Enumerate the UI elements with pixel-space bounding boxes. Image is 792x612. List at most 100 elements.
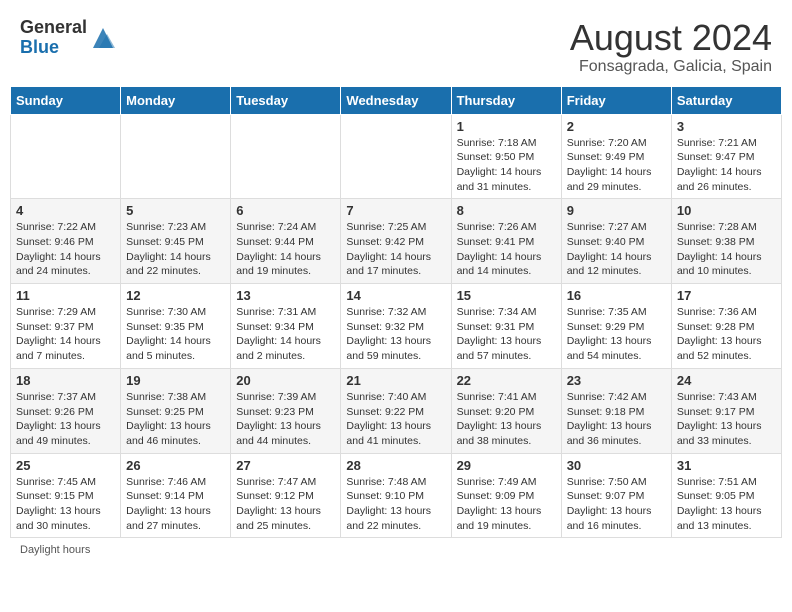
day-number: 30	[567, 458, 666, 473]
calendar-cell	[121, 114, 231, 199]
calendar-cell: 23 Sunrise: 7:42 AMSunset: 9:18 PMDayligh…	[561, 368, 671, 453]
weekday-tuesday: Tuesday	[231, 86, 341, 114]
calendar-cell: 20 Sunrise: 7:39 AMSunset: 9:23 PMDayligh…	[231, 368, 341, 453]
day-number: 11	[16, 288, 115, 303]
calendar-cell	[341, 114, 451, 199]
day-info: Sunrise: 7:20 AMSunset: 9:49 PMDaylight:…	[567, 136, 666, 195]
day-number: 8	[457, 203, 556, 218]
day-number: 19	[126, 373, 225, 388]
day-number: 3	[677, 119, 776, 134]
logo-text: General Blue	[20, 18, 87, 58]
day-info: Sunrise: 7:45 AMSunset: 9:15 PMDaylight:…	[16, 475, 115, 534]
calendar-cell: 19 Sunrise: 7:38 AMSunset: 9:25 PMDayligh…	[121, 368, 231, 453]
calendar-cell: 31Sunrise: 7:51 AMSunset: 9:05 PMDayligh…	[671, 453, 781, 538]
day-number: 14	[346, 288, 445, 303]
day-info: Sunrise: 7:37 AMSunset: 9:26 PMDaylight:…	[16, 390, 115, 449]
daylight-label: Daylight hours	[20, 544, 90, 556]
day-info: Sunrise: 7:25 AMSunset: 9:42 PMDaylight:…	[346, 220, 445, 279]
day-number: 17	[677, 288, 776, 303]
weekday-sunday: Sunday	[11, 86, 121, 114]
day-info: Sunrise: 7:22 AMSunset: 9:46 PMDaylight:…	[16, 220, 115, 279]
week-row-1: 1Sunrise: 7:18 AMSunset: 9:50 PMDaylight…	[11, 114, 782, 199]
logo-icon	[89, 24, 117, 52]
day-number: 4	[16, 203, 115, 218]
calendar-cell: 17 Sunrise: 7:36 AMSunset: 9:28 PMDayligh…	[671, 284, 781, 369]
logo-general: General	[20, 18, 87, 38]
logo: General Blue	[20, 18, 117, 58]
logo-blue: Blue	[20, 38, 87, 58]
weekday-monday: Monday	[121, 86, 231, 114]
calendar-cell: 24Sunrise: 7:43 AMSunset: 9:17 PMDayligh…	[671, 368, 781, 453]
day-info: Sunrise: 7:23 AMSunset: 9:45 PMDaylight:…	[126, 220, 225, 279]
day-number: 25	[16, 458, 115, 473]
day-info: Sunrise: 7:21 AMSunset: 9:47 PMDaylight:…	[677, 136, 776, 195]
weekday-wednesday: Wednesday	[341, 86, 451, 114]
day-number: 16	[567, 288, 666, 303]
calendar-cell: 18Sunrise: 7:37 AMSunset: 9:26 PMDayligh…	[11, 368, 121, 453]
day-number: 29	[457, 458, 556, 473]
day-number: 20	[236, 373, 335, 388]
calendar-cell: 5Sunrise: 7:23 AMSunset: 9:45 PMDaylight…	[121, 199, 231, 284]
calendar-cell: 2 Sunrise: 7:20 AMSunset: 9:49 PMDaylight…	[561, 114, 671, 199]
calendar-table: SundayMondayTuesdayWednesdayThursdayFrid…	[10, 86, 782, 539]
week-row-4: 18Sunrise: 7:37 AMSunset: 9:26 PMDayligh…	[11, 368, 782, 453]
day-info: Sunrise: 7:36 AMSunset: 9:28 PMDaylight:…	[677, 305, 776, 364]
calendar-cell	[11, 114, 121, 199]
calendar-cell: 15Sunrise: 7:34 AMSunset: 9:31 PMDayligh…	[451, 284, 561, 369]
location-subtitle: Fonsagrada, Galicia, Spain	[570, 58, 772, 76]
calendar-cell	[231, 114, 341, 199]
footer: Daylight hours	[10, 538, 782, 562]
calendar-cell: 8Sunrise: 7:26 AMSunset: 9:41 PMDaylight…	[451, 199, 561, 284]
calendar-cell: 13Sunrise: 7:31 AMSunset: 9:34 PMDayligh…	[231, 284, 341, 369]
calendar-cell: 28Sunrise: 7:48 AMSunset: 9:10 PMDayligh…	[341, 453, 451, 538]
day-number: 6	[236, 203, 335, 218]
day-info: Sunrise: 7:18 AMSunset: 9:50 PMDaylight:…	[457, 136, 556, 195]
day-number: 27	[236, 458, 335, 473]
day-info: Sunrise: 7:47 AMSunset: 9:12 PMDaylight:…	[236, 475, 335, 534]
day-number: 21	[346, 373, 445, 388]
day-info: Sunrise: 7:24 AMSunset: 9:44 PMDaylight:…	[236, 220, 335, 279]
calendar-cell: 9 Sunrise: 7:27 AMSunset: 9:40 PMDaylight…	[561, 199, 671, 284]
calendar-cell: 14 Sunrise: 7:32 AMSunset: 9:32 PMDayligh…	[341, 284, 451, 369]
calendar-body: 1Sunrise: 7:18 AMSunset: 9:50 PMDaylight…	[11, 114, 782, 538]
day-info: Sunrise: 7:43 AMSunset: 9:17 PMDaylight:…	[677, 390, 776, 449]
week-row-3: 11 Sunrise: 7:29 AMSunset: 9:37 PMDayligh…	[11, 284, 782, 369]
calendar-cell: 11 Sunrise: 7:29 AMSunset: 9:37 PMDayligh…	[11, 284, 121, 369]
weekday-header-row: SundayMondayTuesdayWednesdayThursdayFrid…	[11, 86, 782, 114]
day-info: Sunrise: 7:30 AMSunset: 9:35 PMDaylight:…	[126, 305, 225, 364]
page-header: General Blue August 2024 Fonsagrada, Gal…	[10, 10, 782, 80]
calendar-cell: 30 Sunrise: 7:50 AMSunset: 9:07 PMDayligh…	[561, 453, 671, 538]
calendar-cell: 7Sunrise: 7:25 AMSunset: 9:42 PMDaylight…	[341, 199, 451, 284]
day-info: Sunrise: 7:50 AMSunset: 9:07 PMDaylight:…	[567, 475, 666, 534]
day-number: 9	[567, 203, 666, 218]
week-row-2: 4 Sunrise: 7:22 AMSunset: 9:46 PMDaylight…	[11, 199, 782, 284]
day-number: 23	[567, 373, 666, 388]
day-info: Sunrise: 7:31 AMSunset: 9:34 PMDaylight:…	[236, 305, 335, 364]
day-number: 10	[677, 203, 776, 218]
day-info: Sunrise: 7:51 AMSunset: 9:05 PMDaylight:…	[677, 475, 776, 534]
calendar-cell: 3 Sunrise: 7:21 AMSunset: 9:47 PMDaylight…	[671, 114, 781, 199]
day-info: Sunrise: 7:32 AMSunset: 9:32 PMDaylight:…	[346, 305, 445, 364]
calendar-cell: 6 Sunrise: 7:24 AMSunset: 9:44 PMDaylight…	[231, 199, 341, 284]
calendar-cell: 29 Sunrise: 7:49 AMSunset: 9:09 PMDayligh…	[451, 453, 561, 538]
day-info: Sunrise: 7:28 AMSunset: 9:38 PMDaylight:…	[677, 220, 776, 279]
calendar-cell: 1Sunrise: 7:18 AMSunset: 9:50 PMDaylight…	[451, 114, 561, 199]
day-info: Sunrise: 7:27 AMSunset: 9:40 PMDaylight:…	[567, 220, 666, 279]
weekday-thursday: Thursday	[451, 86, 561, 114]
day-info: Sunrise: 7:35 AMSunset: 9:29 PMDaylight:…	[567, 305, 666, 364]
day-info: Sunrise: 7:40 AMSunset: 9:22 PMDaylight:…	[346, 390, 445, 449]
day-info: Sunrise: 7:34 AMSunset: 9:31 PMDaylight:…	[457, 305, 556, 364]
day-info: Sunrise: 7:49 AMSunset: 9:09 PMDaylight:…	[457, 475, 556, 534]
day-info: Sunrise: 7:38 AMSunset: 9:25 PMDaylight:…	[126, 390, 225, 449]
day-number: 28	[346, 458, 445, 473]
day-info: Sunrise: 7:29 AMSunset: 9:37 PMDaylight:…	[16, 305, 115, 364]
day-number: 26	[126, 458, 225, 473]
day-number: 2	[567, 119, 666, 134]
calendar-cell: 10 Sunrise: 7:28 AMSunset: 9:38 PMDayligh…	[671, 199, 781, 284]
day-info: Sunrise: 7:39 AMSunset: 9:23 PMDaylight:…	[236, 390, 335, 449]
day-number: 12	[126, 288, 225, 303]
calendar-cell: 22Sunrise: 7:41 AMSunset: 9:20 PMDayligh…	[451, 368, 561, 453]
day-info: Sunrise: 7:42 AMSunset: 9:18 PMDaylight:…	[567, 390, 666, 449]
day-info: Sunrise: 7:41 AMSunset: 9:20 PMDaylight:…	[457, 390, 556, 449]
calendar-cell: 16 Sunrise: 7:35 AMSunset: 9:29 PMDayligh…	[561, 284, 671, 369]
